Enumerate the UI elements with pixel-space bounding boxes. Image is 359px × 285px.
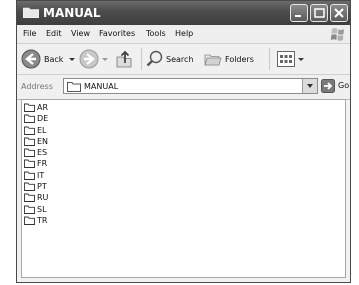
chevron-down-icon bbox=[102, 58, 108, 61]
search-label: Search bbox=[166, 55, 194, 64]
close-button[interactable] bbox=[330, 4, 348, 22]
folder-icon bbox=[24, 171, 35, 180]
menu-view[interactable]: View bbox=[71, 29, 90, 38]
maximize-button[interactable] bbox=[310, 4, 328, 22]
folder-name: IT bbox=[37, 170, 45, 180]
back-label: Back bbox=[44, 55, 64, 64]
folder-icon bbox=[67, 82, 81, 92]
views-button[interactable] bbox=[277, 44, 307, 74]
toolbar-separator bbox=[269, 48, 270, 70]
toolbar: Back Search Folders bbox=[17, 44, 350, 75]
minimize-icon bbox=[295, 15, 301, 17]
folder-icon bbox=[24, 103, 35, 112]
windows-logo-icon bbox=[330, 28, 344, 41]
folder-name: EN bbox=[37, 136, 49, 146]
folder-icon bbox=[24, 216, 35, 225]
folder-icon bbox=[24, 182, 35, 192]
folder-name: ES bbox=[37, 148, 48, 158]
chevron-down-icon bbox=[298, 58, 304, 61]
toolbar-separator bbox=[141, 48, 142, 70]
forward-arrow-icon bbox=[79, 49, 99, 69]
back-arrow-icon bbox=[21, 49, 41, 69]
search-button[interactable]: Search bbox=[146, 44, 200, 74]
folders-button[interactable]: Folders bbox=[204, 44, 264, 74]
menu-file[interactable]: File bbox=[23, 29, 36, 38]
folder-name: DE bbox=[37, 114, 49, 124]
maximize-icon bbox=[314, 8, 325, 18]
chevron-down-icon bbox=[307, 84, 313, 88]
folder-icon bbox=[24, 126, 35, 135]
folder-icon bbox=[24, 160, 35, 169]
address-label: Address bbox=[21, 82, 53, 91]
folder-name: EL bbox=[37, 125, 47, 135]
go-arrow-icon bbox=[321, 79, 335, 93]
forward-button[interactable] bbox=[79, 44, 109, 74]
up-folder-button[interactable] bbox=[114, 44, 136, 74]
menu-bar: File Edit View Favorites Tools Help bbox=[17, 25, 350, 44]
menu-favorites[interactable]: Favorites bbox=[99, 29, 135, 38]
window-title: MANUAL bbox=[43, 6, 101, 20]
address-field[interactable]: MANUAL bbox=[63, 78, 318, 94]
menu-help[interactable]: Help bbox=[175, 29, 193, 38]
address-bar: Address MANUAL Go bbox=[17, 75, 350, 100]
folders-label: Folders bbox=[225, 55, 254, 64]
menu-edit[interactable]: Edit bbox=[46, 29, 62, 38]
folder-icon bbox=[24, 193, 35, 203]
address-dropdown-button[interactable] bbox=[302, 79, 317, 93]
up-folder-icon bbox=[116, 50, 132, 68]
folder-name: FR bbox=[37, 159, 48, 169]
search-icon bbox=[146, 50, 163, 67]
folder-icon bbox=[24, 148, 35, 158]
folder-name: PT bbox=[37, 182, 47, 192]
back-button[interactable]: Back bbox=[21, 44, 75, 74]
folders-icon bbox=[204, 54, 222, 66]
address-value: MANUAL bbox=[84, 82, 119, 91]
folder-icon bbox=[24, 205, 35, 214]
folder-name: RU bbox=[37, 193, 49, 203]
folder-icon bbox=[24, 137, 35, 146]
file-view[interactable]: AR DE EL EN ES FR IT PT RU SL TR bbox=[21, 99, 346, 278]
views-icon bbox=[277, 51, 295, 67]
folder-icon bbox=[23, 7, 39, 18]
close-icon bbox=[334, 8, 344, 18]
go-label: Go bbox=[338, 81, 350, 90]
explorer-window: MANUAL File Edit View Favorites Tools He… bbox=[16, 0, 351, 283]
folder-name: SL bbox=[37, 204, 47, 214]
chevron-down-icon bbox=[69, 58, 75, 61]
menu-tools[interactable]: Tools bbox=[146, 29, 166, 38]
title-bar[interactable]: MANUAL bbox=[17, 1, 350, 25]
folder-name: AR bbox=[37, 103, 49, 112]
folder-name: TR bbox=[37, 215, 48, 225]
folder-icon bbox=[24, 114, 35, 124]
minimize-button[interactable] bbox=[290, 4, 308, 22]
go-button[interactable]: Go bbox=[321, 78, 349, 94]
